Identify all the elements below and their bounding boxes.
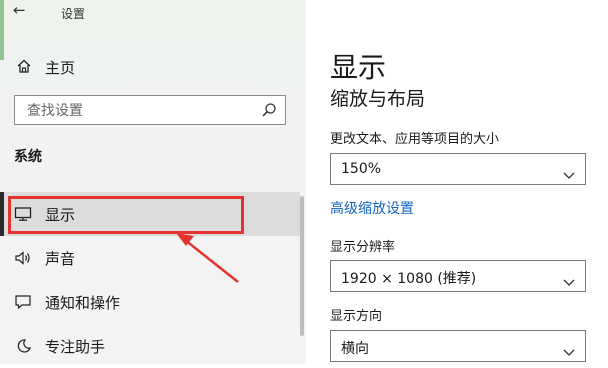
chevron-down-icon [563, 342, 575, 361]
search-input[interactable] [25, 100, 249, 122]
resolution-label: 显示分辨率 [330, 240, 396, 255]
search-icon[interactable] [261, 102, 277, 122]
page-title: 显示 [330, 51, 387, 84]
home-icon [16, 58, 32, 78]
orientation-dropdown[interactable]: 横向 [330, 330, 586, 362]
resolution-value: 1920 × 1080 (推荐) [341, 271, 477, 287]
resolution-dropdown[interactable]: 1920 × 1080 (推荐) [330, 260, 586, 292]
scale-value: 150% [341, 161, 382, 177]
speaker-icon [14, 250, 32, 270]
chevron-down-icon [563, 165, 575, 184]
sidebar-item-label: 专注助手 [45, 338, 106, 356]
section-title: 系统 [14, 149, 42, 165]
notification-icon [14, 294, 32, 314]
search-box[interactable] [14, 95, 286, 125]
sidebar-scrollbar[interactable] [300, 196, 304, 336]
back-arrow-icon[interactable]: ← [13, 1, 26, 19]
selection-indicator [0, 192, 4, 236]
scale-dropdown[interactable]: 150% [330, 153, 586, 185]
sidebar: ← 设置 主页 系统 显示 声音 通知和操作 [0, 0, 306, 364]
section-subtitle: 缩放与布局 [330, 88, 426, 110]
sidebar-item-notifications[interactable]: 通知和操作 [0, 280, 300, 324]
sidebar-item-label: 显示 [45, 206, 76, 224]
scale-label: 更改文本、应用等项目的大小 [330, 132, 500, 147]
monitor-icon [14, 206, 32, 226]
sidebar-item-label: 声音 [45, 250, 76, 268]
moon-icon [14, 338, 32, 358]
advanced-scaling-link[interactable]: 高级缩放设置 [330, 198, 414, 218]
orientation-label: 显示方向 [330, 309, 383, 324]
window-title: 设置 [61, 7, 86, 21]
sidebar-item-focus-assist[interactable]: 专注助手 [0, 324, 300, 368]
sidebar-item-label: 通知和操作 [45, 294, 121, 312]
sidebar-item-sound[interactable]: 声音 [0, 236, 300, 280]
home-label: 主页 [45, 59, 76, 77]
chevron-down-icon [563, 272, 575, 291]
main-panel: 显示 缩放与布局 更改文本、应用等项目的大小 150% 高级缩放设置 显示分辨率… [306, 0, 608, 364]
sidebar-item-display[interactable]: 显示 [0, 192, 300, 236]
title-bar: ← 设置 [0, 0, 306, 26]
orientation-value: 横向 [341, 341, 369, 357]
sidebar-item-home[interactable]: 主页 [0, 52, 306, 82]
